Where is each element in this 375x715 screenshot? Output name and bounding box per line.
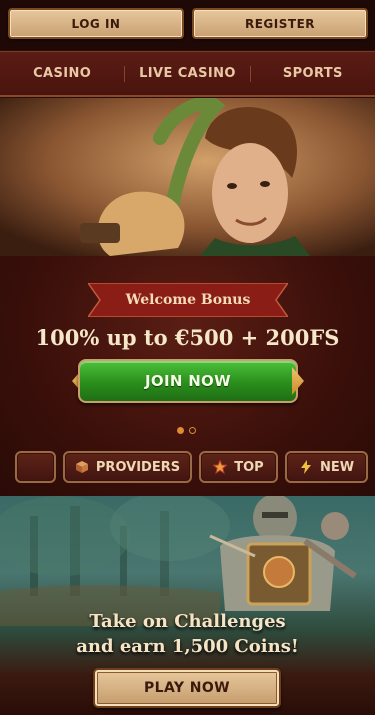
carousel-dot[interactable]	[189, 427, 196, 434]
lightning-icon	[300, 460, 311, 474]
nav-divider	[124, 65, 126, 82]
star-icon	[213, 460, 228, 474]
auth-bar: LOG IN REGISTER	[0, 0, 375, 50]
category-tabs: PROVIDERS TOP NEW	[0, 450, 375, 486]
hero-banner[interactable]	[0, 98, 375, 256]
category-label: PROVIDERS	[95, 459, 181, 475]
challenge-line2: and earn 1,500 Coins!	[76, 636, 299, 657]
category-top[interactable]: TOP	[199, 451, 278, 483]
category-label: TOP	[234, 459, 264, 475]
join-now-button[interactable]: JOIN NOW	[78, 359, 298, 403]
main-nav: CASINO LIVE CASINO SPORTS	[0, 51, 375, 97]
welcome-bonus-ribbon: Welcome Bonus	[88, 283, 288, 317]
challenges-banner[interactable]: Take on Challenges and earn 1,500 Coins!…	[0, 496, 375, 715]
login-button[interactable]: LOG IN	[8, 8, 184, 39]
register-button[interactable]: REGISTER	[192, 8, 368, 39]
play-now-button[interactable]: PLAY NOW	[93, 668, 281, 708]
button-ornament	[292, 367, 304, 395]
carousel-dot-active[interactable]	[177, 427, 184, 434]
nav-divider	[249, 65, 251, 82]
category-label: NEW	[319, 459, 355, 475]
category-new[interactable]: NEW	[285, 451, 368, 483]
category-blank[interactable]	[15, 451, 56, 483]
join-now-wrapper: JOIN NOW	[72, 356, 304, 406]
welcome-bonus-section: Welcome Bonus 100% up to €500 + 200FS JO…	[0, 256, 375, 496]
carousel-pagination	[177, 427, 196, 434]
nav-item-casino[interactable]: CASINO	[0, 66, 124, 81]
nav-item-sports[interactable]: SPORTS	[251, 66, 375, 81]
ribbon-label: Welcome Bonus	[125, 292, 251, 308]
archer-illustration	[0, 98, 375, 256]
bonus-headline: 100% up to €500 + 200FS	[35, 325, 340, 350]
category-providers[interactable]: PROVIDERS	[63, 451, 192, 483]
providers-icon	[75, 461, 88, 473]
nav-item-live-casino[interactable]: LIVE CASINO	[125, 66, 249, 81]
challenge-line1: Take on Challenges	[89, 611, 286, 632]
